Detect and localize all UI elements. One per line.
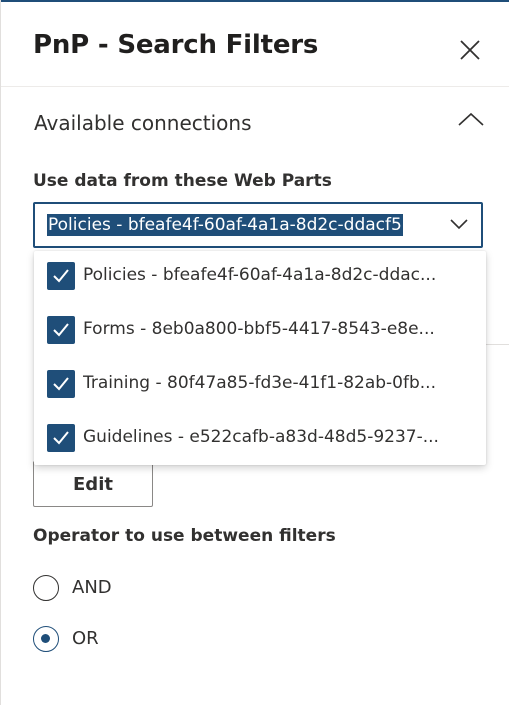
radio-circle-unchecked[interactable]	[33, 575, 59, 601]
chevron-up-icon	[458, 112, 484, 126]
checkbox-checked[interactable]	[47, 424, 75, 452]
close-icon	[460, 40, 480, 60]
radio-or[interactable]: OR	[33, 626, 233, 658]
top-accent-line	[1, 0, 509, 2]
section-title: Available connections	[34, 111, 252, 135]
panel-title: PnP - Search Filters	[33, 30, 319, 60]
checkmark-icon	[53, 377, 69, 391]
menu-item-label: Forms - 8eb0a800-bbf5-4417-8543-e8e...	[83, 319, 435, 339]
radio-label: AND	[72, 577, 112, 598]
webparts-dropdown-menu: Policies - bfeafe4f-60af-4a1a-8d2c-ddac.…	[34, 251, 486, 465]
section-divider	[486, 344, 509, 345]
menu-item-label: Policies - bfeafe4f-60af-4a1a-8d2c-ddac.…	[83, 265, 437, 285]
menu-item-label: Training - 80f47a85-fd3e-41f1-82ab-0fb..…	[83, 373, 436, 393]
chevron-down-icon	[450, 219, 468, 230]
connections-section-header[interactable]: Available connections	[1, 87, 509, 159]
webparts-field-label: Use data from these Web Parts	[33, 171, 332, 191]
radio-dot	[41, 634, 50, 643]
edit-button[interactable]: Edit	[33, 461, 153, 507]
webparts-dropdown[interactable]: Policies - bfeafe4f-60af-4a1a-8d2c-ddacf…	[33, 202, 483, 248]
checkmark-icon	[53, 269, 69, 283]
menu-item-training[interactable]: Training - 80f47a85-fd3e-41f1-82ab-0fb..…	[34, 359, 486, 413]
menu-item-policies[interactable]: Policies - bfeafe4f-60af-4a1a-8d2c-ddac.…	[34, 251, 486, 305]
menu-item-guidelines[interactable]: Guidelines - e522cafb-a83d-48d5-9237-...	[34, 413, 486, 467]
checkbox-checked[interactable]	[47, 262, 75, 290]
close-button[interactable]	[457, 37, 483, 63]
radio-circle-checked[interactable]	[33, 626, 59, 652]
checkmark-icon	[53, 431, 69, 445]
menu-item-forms[interactable]: Forms - 8eb0a800-bbf5-4417-8543-e8e...	[34, 305, 486, 359]
operator-field-label: Operator to use between filters	[33, 526, 336, 546]
menu-item-label: Guidelines - e522cafb-a83d-48d5-9237-...	[83, 427, 439, 447]
checkmark-icon	[53, 323, 69, 337]
property-pane: PnP - Search Filters Available connectio…	[0, 0, 509, 705]
checkbox-checked[interactable]	[47, 316, 75, 344]
radio-label: OR	[72, 628, 99, 649]
dropdown-selected-value: Policies - bfeafe4f-60af-4a1a-8d2c-ddacf…	[47, 214, 403, 236]
edit-button-label: Edit	[73, 474, 113, 495]
checkbox-checked[interactable]	[47, 370, 75, 398]
radio-and[interactable]: AND	[33, 575, 233, 607]
